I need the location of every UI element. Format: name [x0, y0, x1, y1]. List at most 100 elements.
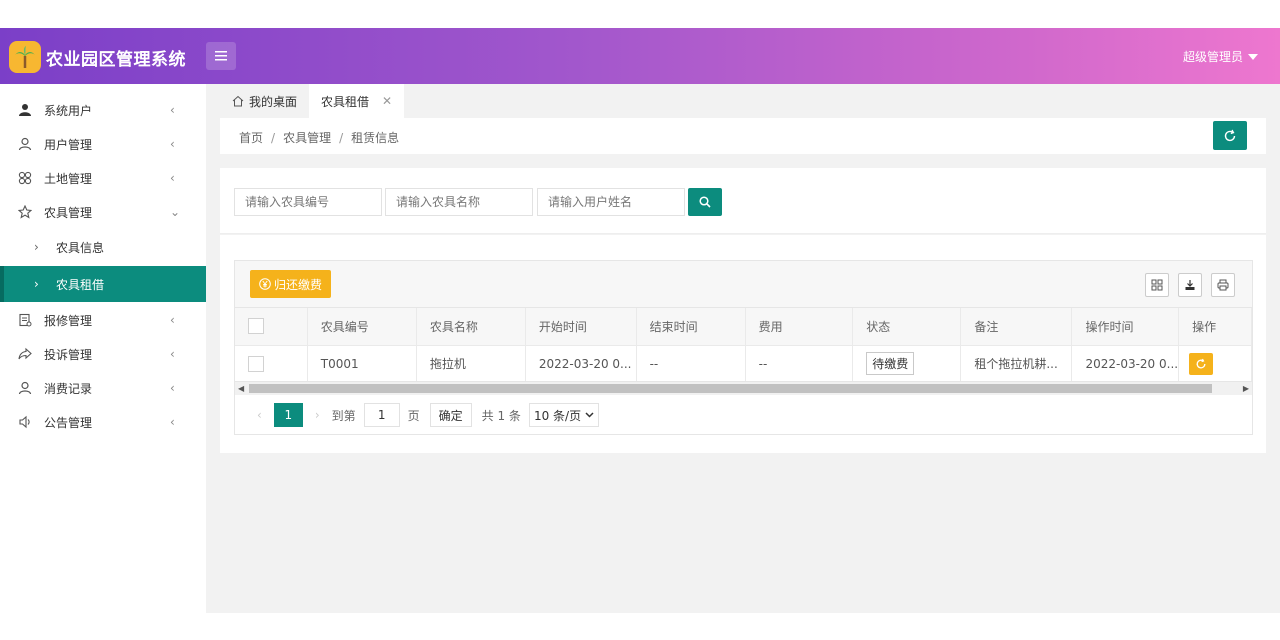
sidebar-item-system-users[interactable]: 系统用户 ‹	[0, 93, 206, 127]
page-bottom-margin	[0, 613, 1280, 640]
refresh-icon	[1196, 358, 1206, 368]
sidebar-subitem-tool-rental[interactable]: › 农具租借	[0, 266, 206, 302]
prev-page-icon[interactable]: ‹	[249, 408, 270, 422]
sidebar-item-label: 报修管理	[44, 313, 93, 328]
return-pay-button[interactable]: 归还缴费	[250, 270, 332, 298]
refresh-icon	[1224, 129, 1236, 141]
chevron-left-icon: ‹	[170, 103, 175, 117]
user-outline-icon	[17, 380, 33, 396]
table-toolbar: 归还缴费	[235, 261, 1252, 308]
chevron-left-icon: ‹	[170, 171, 175, 185]
sidebar-item-tool-management[interactable]: 农具管理 ⌄	[0, 195, 206, 229]
export-icon	[1185, 280, 1195, 290]
pagination: ‹ 1 › 到第 页 确定 共 1 条 10 条/页	[235, 396, 1252, 434]
next-page-icon[interactable]: ›	[307, 408, 328, 422]
cell-remark: 租个拖拉机耕...	[960, 345, 1073, 383]
goto-confirm-button[interactable]: 确定	[429, 403, 472, 427]
chevron-left-icon: ‹	[170, 137, 175, 151]
search-panel	[220, 168, 1266, 234]
close-icon[interactable]: ✕	[382, 94, 392, 108]
sidebar-item-land-management[interactable]: 土地管理 ‹	[0, 161, 206, 195]
chevron-right-icon: ›	[34, 240, 39, 254]
menu-toggle-button[interactable]	[206, 42, 236, 70]
select-all-checkbox[interactable]	[248, 318, 264, 335]
total-count: 共 1 条	[481, 408, 521, 423]
tab-my-desktop[interactable]: 我的桌面	[220, 84, 309, 118]
cell-action	[1178, 345, 1252, 383]
column-header: 农具编号	[307, 308, 417, 346]
column-header: 费用	[745, 308, 854, 346]
sidebar-item-label: 消费记录	[44, 381, 93, 396]
data-table-container: 归还缴费 农具编号 农具名称 开始时间 结束时间 费用 状态 备注 操作时间 操…	[234, 260, 1253, 435]
search-button[interactable]	[688, 188, 722, 216]
scroll-left-arrow-icon[interactable]: ◀	[238, 384, 244, 393]
column-header: 结束时间	[636, 308, 746, 346]
user-name: 超级管理员	[1182, 50, 1243, 64]
cell-code: T0001	[307, 345, 417, 383]
sidebar-item-consumption-records[interactable]: 消费记录 ‹	[0, 371, 206, 405]
print-button[interactable]	[1211, 273, 1235, 297]
current-page-button[interactable]: 1	[273, 403, 303, 427]
sidebar-item-label: 公告管理	[44, 415, 93, 430]
data-table: 农具编号 农具名称 开始时间 结束时间 费用 状态 备注 操作时间 操作 T00…	[235, 308, 1252, 383]
goto-page-input[interactable]	[363, 403, 400, 427]
table-header-row: 农具编号 农具名称 开始时间 结束时间 费用 状态 备注 操作时间 操作	[235, 308, 1252, 346]
cell-name: 拖拉机	[416, 345, 526, 383]
clover-icon	[17, 170, 33, 186]
sidebar-item-announcement-management[interactable]: 公告管理 ‹	[0, 405, 206, 439]
refresh-button[interactable]	[1213, 121, 1247, 150]
home-icon	[232, 95, 244, 107]
return-pay-label: 归还缴费	[274, 277, 323, 292]
sidebar-subitem-tool-info[interactable]: › 农具信息	[0, 229, 206, 265]
table-row[interactable]: T0001 拖拉机 2022-03-20 0... -- -- 待缴费 租个拖拉…	[235, 345, 1252, 383]
page-size-select[interactable]: 10 条/页	[528, 403, 600, 427]
status-badge: 待缴费	[866, 352, 915, 375]
star-outline-icon	[17, 204, 33, 220]
breadcrumb-tool-management[interactable]: 农具管理	[283, 131, 331, 145]
palm-tree-logo-icon	[9, 41, 41, 73]
cell-op-time: 2022-03-20 0...	[1071, 345, 1180, 383]
sidebar-subitem-label: 农具信息	[56, 240, 105, 255]
user-menu[interactable]: 超级管理员	[1183, 48, 1258, 65]
speaker-icon	[17, 414, 33, 430]
chevron-left-icon: ‹	[170, 381, 175, 395]
tab-tool-rental[interactable]: 农具租借 ✕	[309, 84, 405, 118]
export-button[interactable]	[1178, 273, 1202, 297]
caret-down-icon	[1248, 53, 1258, 60]
scroll-right-arrow-icon[interactable]: ▶	[1243, 384, 1249, 393]
column-header: 开始时间	[525, 308, 637, 346]
column-header: 状态	[852, 308, 962, 346]
cell-fee: --	[745, 345, 854, 383]
scrollbar-thumb[interactable]	[249, 384, 1212, 393]
return-row-button[interactable]	[1189, 352, 1214, 375]
goto-label: 到第	[331, 408, 356, 423]
cell-start-time: 2022-03-20 0...	[525, 345, 637, 383]
breadcrumb-home[interactable]: 首页	[239, 131, 263, 145]
tab-bar: 我的桌面 农具租借 ✕	[220, 84, 405, 118]
sidebar-item-complaint-management[interactable]: 投诉管理 ‹	[0, 337, 206, 371]
breadcrumb-bar: 首页 / 农具管理 / 租赁信息	[220, 118, 1266, 154]
print-icon	[1217, 279, 1229, 291]
column-header: 备注	[960, 308, 1073, 346]
sidebar-item-repair-management[interactable]: 报修管理 ‹	[0, 303, 206, 337]
user-name-input[interactable]	[537, 188, 685, 216]
user-outline-icon	[17, 136, 33, 152]
breadcrumb-separator: /	[339, 131, 344, 145]
header-checkbox-cell	[235, 308, 308, 346]
columns-filter-button[interactable]	[1145, 273, 1169, 297]
user-solid-icon	[17, 102, 33, 118]
row-checkbox[interactable]	[248, 355, 264, 372]
list-panel: 归还缴费 农具编号 农具名称 开始时间 结束时间 费用 状态 备注 操作时间 操…	[220, 235, 1266, 453]
breadcrumb-current: 租赁信息	[351, 131, 400, 145]
top-header: 农业园区管理系统 超级管理员	[0, 28, 1280, 84]
report-icon	[17, 312, 33, 328]
chevron-left-icon: ‹	[170, 415, 175, 429]
sidebar-item-user-management[interactable]: 用户管理 ‹	[0, 127, 206, 161]
sidebar-item-label: 农具管理	[44, 205, 93, 220]
tool-name-input[interactable]	[385, 188, 533, 216]
column-header: 操作时间	[1071, 308, 1180, 346]
cell-end-time: --	[636, 345, 746, 383]
horizontal-scrollbar[interactable]: ◀ ▶	[235, 381, 1252, 395]
tool-code-input[interactable]	[234, 188, 382, 216]
row-checkbox-cell	[235, 345, 308, 383]
